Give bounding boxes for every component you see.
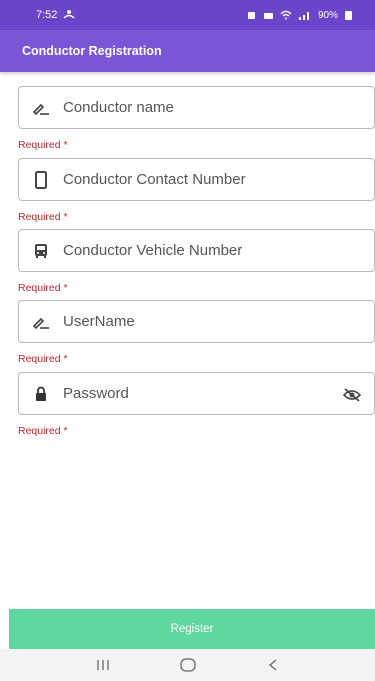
wifi-icon [280,10,292,20]
password-placeholder: Password [63,385,129,402]
lock-icon [31,384,51,404]
username-placeholder: UserName [63,313,135,330]
eye-off-icon[interactable] [342,385,362,405]
register-button[interactable]: Register [9,609,375,649]
alarm-icon [246,10,257,21]
conductor-vehicle-placeholder: Conductor Vehicle Number [63,242,243,259]
page-title: Conductor Registration [22,44,162,58]
conductor-vehicle-field[interactable]: Conductor Vehicle Number [18,229,375,272]
pen-icon [31,312,51,332]
recent-apps-icon[interactable] [88,655,118,675]
conductor-vehicle-error: Required * [18,282,68,294]
status-bar: 7:52 90% [0,0,375,30]
battery-percent: 90% [317,9,338,21]
username-field[interactable]: UserName [18,300,375,343]
notification-icon [63,9,75,22]
signal-icon [298,10,312,20]
back-icon[interactable] [258,655,288,675]
status-time: 7:52 [36,9,58,21]
pen-icon [31,98,51,118]
password-error: Required * [18,425,68,437]
password-field[interactable]: Password [18,372,375,415]
app-bar: Conductor Registration [0,30,375,72]
battery-icon [344,10,353,21]
conductor-name-error: Required * [18,139,68,151]
conductor-contact-error: Required * [18,211,68,223]
home-icon[interactable] [173,655,203,675]
system-nav-bar [0,649,375,681]
bus-icon [31,241,51,261]
username-error: Required * [18,353,68,365]
mute-icon [263,10,274,21]
conductor-name-placeholder: Conductor name [63,99,174,116]
conductor-name-field[interactable]: Conductor name [18,86,375,129]
phone-icon [31,170,51,190]
conductor-contact-field[interactable]: Conductor Contact Number [18,158,375,201]
conductor-contact-placeholder: Conductor Contact Number [63,171,246,188]
